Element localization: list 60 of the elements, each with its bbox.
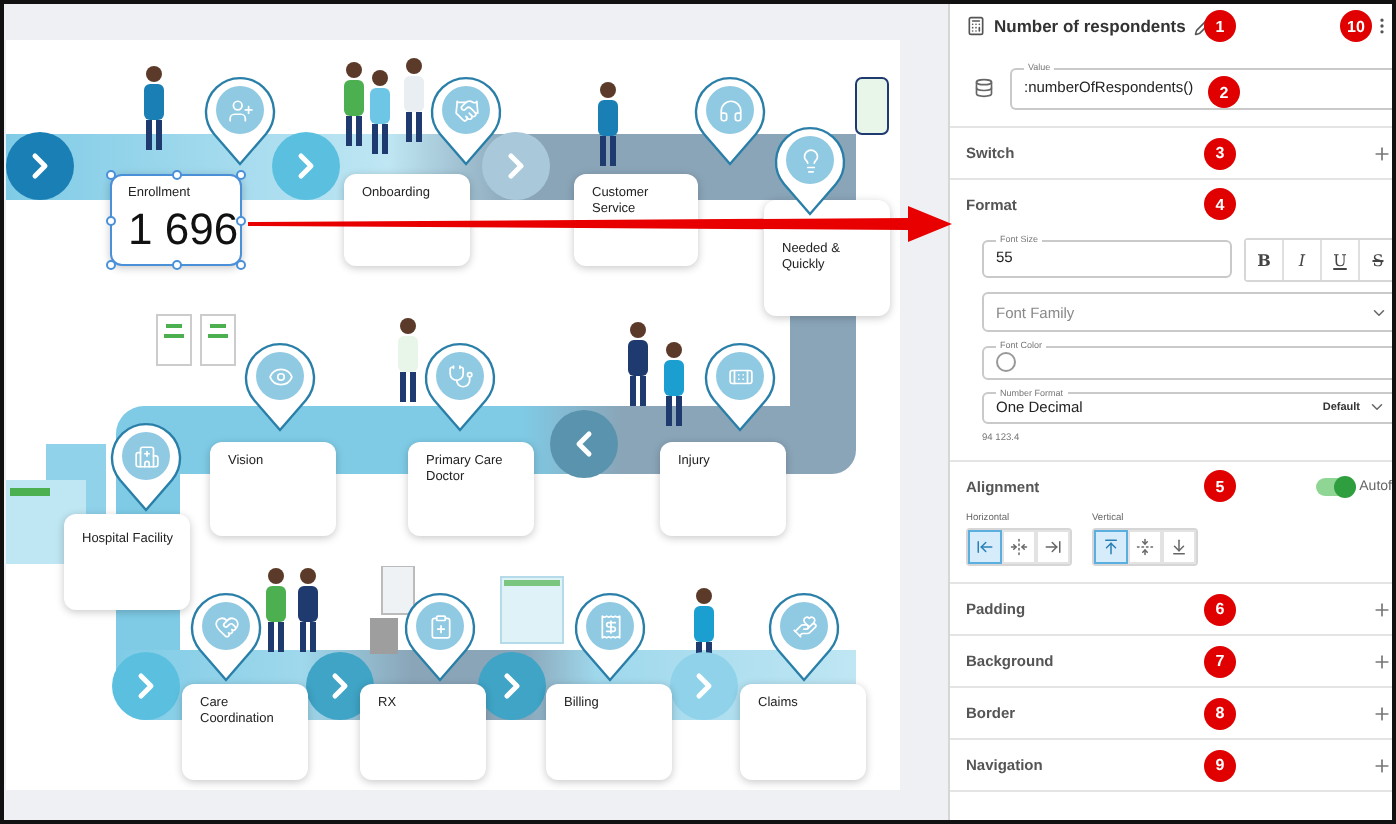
map-pin-icon [424,340,496,432]
person-illustration [594,80,622,168]
map-pin-icon [110,420,182,512]
person-illustration [624,320,652,408]
annotation-badge: 3 [1204,137,1236,169]
expand-icon[interactable] [1372,143,1392,163]
expand-icon[interactable] [1372,651,1392,671]
map-pin-icon [694,74,766,166]
align-right-button[interactable] [1036,530,1070,564]
map-pin-icon [430,74,502,166]
align-left-icon [976,538,994,556]
annotation-badge: 8 [1204,697,1236,729]
annotation-badge: 4 [1204,188,1236,220]
expand-icon[interactable] [1372,703,1392,723]
align-middle-icon [1136,538,1154,556]
person-illustration [262,566,290,654]
person-illustration [140,64,168,152]
calculator-icon [966,16,986,36]
panel-title: Number of respondents [994,16,1186,36]
phone-illustration [854,76,890,136]
annotation-badge: 6 [1204,593,1236,625]
map-pin-icon [404,590,476,682]
align-top-icon [1102,538,1120,556]
person-illustration [400,56,428,144]
map-pin-icon [704,340,776,432]
align-bottom-button[interactable] [1162,530,1196,564]
person-illustration [660,340,688,428]
align-bottom-icon [1170,538,1188,556]
map-pin-icon [190,590,262,682]
annotation-badge: 2 [1208,76,1240,108]
person-illustration [394,316,422,404]
auto-fit-switch[interactable] [1315,477,1354,495]
eye-chart-illustration [156,314,236,366]
annotation-badge: 1 [1204,10,1236,42]
align-right-icon [1044,538,1062,556]
stage-value: 1 696 [128,208,239,253]
annotation-badge: 10 [1340,10,1372,42]
document-illustration [500,576,564,644]
database-icon [974,77,994,97]
person-illustration [294,566,322,654]
expand-icon[interactable] [1372,755,1392,775]
annotation-badge: 7 [1204,645,1236,677]
align-center-icon [1010,538,1028,556]
map-pin-icon [774,124,846,216]
align-middle-button[interactable] [1128,530,1162,564]
person-illustration [340,60,368,148]
annotation-badge: 9 [1204,749,1236,781]
caret-icon[interactable] [1370,304,1388,322]
align-top-button[interactable] [1094,530,1128,564]
map-pin-icon [768,590,840,682]
align-left-button[interactable] [968,530,1002,564]
annotation-badge: 5 [1204,470,1236,502]
caret-icon[interactable] [1368,398,1386,416]
expand-icon[interactable] [1372,599,1392,619]
map-pin-icon [204,74,276,166]
map-pin-icon [244,340,316,432]
map-pin-icon [574,590,646,682]
align-center-button[interactable] [1002,530,1036,564]
bold-button[interactable]: B [1246,240,1284,280]
person-illustration [366,68,394,156]
